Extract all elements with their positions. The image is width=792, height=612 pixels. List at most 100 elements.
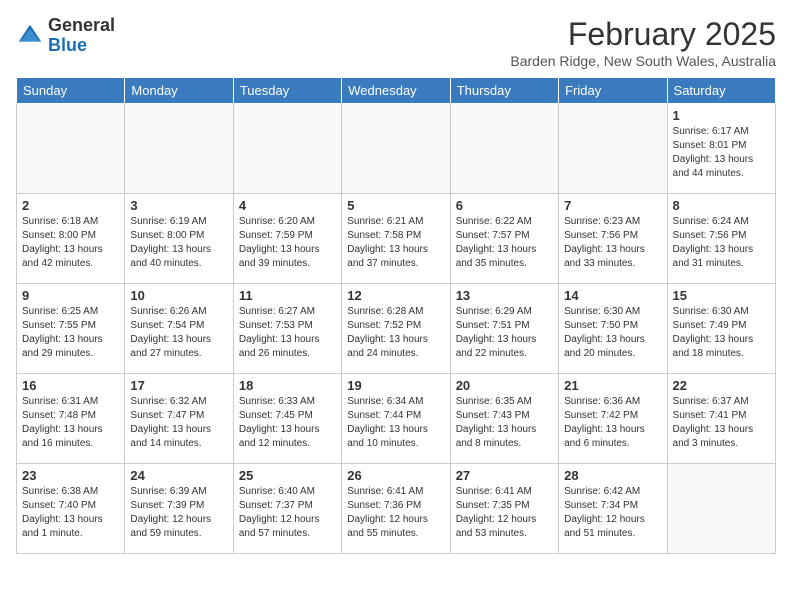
- week-row-3: 16 Sunrise: 6:31 AM Sunset: 7:48 PM Dayli…: [17, 374, 776, 464]
- cell-info: Sunrise: 6:19 AM Sunset: 8:00 PM Dayligh…: [130, 215, 227, 271]
- calendar-cell: [233, 104, 341, 194]
- day-header-saturday: Saturday: [667, 78, 775, 104]
- cell-info: Sunrise: 6:23 AM Sunset: 7:56 PM Dayligh…: [564, 215, 661, 271]
- day-number: 5: [347, 198, 444, 213]
- days-header-row: SundayMondayTuesdayWednesdayThursdayFrid…: [17, 78, 776, 104]
- cell-info: Sunrise: 6:28 AM Sunset: 7:52 PM Dayligh…: [347, 305, 444, 361]
- calendar-cell: 27 Sunrise: 6:41 AM Sunset: 7:35 PM Dayli…: [450, 464, 558, 554]
- cell-info: Sunrise: 6:41 AM Sunset: 7:36 PM Dayligh…: [347, 485, 444, 541]
- calendar-cell: 11Sunrise: 6:27 AM Sunset: 7:53 PM Dayli…: [233, 284, 341, 374]
- cell-info: Sunrise: 6:29 AM Sunset: 7:51 PM Dayligh…: [456, 305, 553, 361]
- day-number: 4: [239, 198, 336, 213]
- logo: General Blue: [16, 16, 115, 56]
- cell-info: Sunrise: 6:32 AM Sunset: 7:47 PM Dayligh…: [130, 395, 227, 451]
- day-number: 1: [673, 108, 770, 123]
- calendar-cell: [342, 104, 450, 194]
- day-number: 10: [130, 288, 227, 303]
- calendar-cell: 14 Sunrise: 6:30 AM Sunset: 7:50 PM Dayli…: [559, 284, 667, 374]
- day-number: 7: [564, 198, 661, 213]
- calendar-cell: 20 Sunrise: 6:35 AM Sunset: 7:43 PM Dayli…: [450, 374, 558, 464]
- calendar-cell: 19 Sunrise: 6:34 AM Sunset: 7:44 PM Dayli…: [342, 374, 450, 464]
- logo-text: General Blue: [48, 16, 115, 56]
- day-header-monday: Monday: [125, 78, 233, 104]
- day-number: 18: [239, 378, 336, 393]
- day-number: 2: [22, 198, 119, 213]
- cell-info: Sunrise: 6:25 AM Sunset: 7:55 PM Dayligh…: [22, 305, 119, 361]
- day-number: 22: [673, 378, 770, 393]
- day-header-wednesday: Wednesday: [342, 78, 450, 104]
- day-number: 21: [564, 378, 661, 393]
- calendar-cell: 25Sunrise: 6:40 AM Sunset: 7:37 PM Dayli…: [233, 464, 341, 554]
- week-row-4: 23 Sunrise: 6:38 AM Sunset: 7:40 PM Dayli…: [17, 464, 776, 554]
- cell-info: Sunrise: 6:35 AM Sunset: 7:43 PM Dayligh…: [456, 395, 553, 451]
- day-number: 19: [347, 378, 444, 393]
- calendar-body: 1Sunrise: 6:17 AM Sunset: 8:01 PM Daylig…: [17, 104, 776, 554]
- day-number: 16: [22, 378, 119, 393]
- calendar-cell: 13 Sunrise: 6:29 AM Sunset: 7:51 PM Dayli…: [450, 284, 558, 374]
- calendar-cell: 16 Sunrise: 6:31 AM Sunset: 7:48 PM Dayli…: [17, 374, 125, 464]
- cell-info: Sunrise: 6:24 AM Sunset: 7:56 PM Dayligh…: [673, 215, 770, 271]
- calendar-cell: 23 Sunrise: 6:38 AM Sunset: 7:40 PM Dayli…: [17, 464, 125, 554]
- location: Barden Ridge, New South Wales, Australia: [510, 53, 776, 69]
- day-number: 6: [456, 198, 553, 213]
- calendar-cell: 4Sunrise: 6:20 AM Sunset: 7:59 PM Daylig…: [233, 194, 341, 284]
- calendar-cell: 12 Sunrise: 6:28 AM Sunset: 7:52 PM Dayli…: [342, 284, 450, 374]
- week-row-2: 9Sunrise: 6:25 AM Sunset: 7:55 PM Daylig…: [17, 284, 776, 374]
- cell-info: Sunrise: 6:41 AM Sunset: 7:35 PM Dayligh…: [456, 485, 553, 541]
- day-number: 23: [22, 468, 119, 483]
- calendar-cell: 2 Sunrise: 6:18 AM Sunset: 8:00 PM Daylig…: [17, 194, 125, 284]
- calendar-cell: 3 Sunrise: 6:19 AM Sunset: 8:00 PM Daylig…: [125, 194, 233, 284]
- day-number: 13: [456, 288, 553, 303]
- day-header-sunday: Sunday: [17, 78, 125, 104]
- calendar-cell: 9Sunrise: 6:25 AM Sunset: 7:55 PM Daylig…: [17, 284, 125, 374]
- cell-info: Sunrise: 6:27 AM Sunset: 7:53 PM Dayligh…: [239, 305, 336, 361]
- calendar-cell: 6 Sunrise: 6:22 AM Sunset: 7:57 PM Daylig…: [450, 194, 558, 284]
- calendar-cell: 28 Sunrise: 6:42 AM Sunset: 7:34 PM Dayli…: [559, 464, 667, 554]
- calendar-cell: 24 Sunrise: 6:39 AM Sunset: 7:39 PM Dayli…: [125, 464, 233, 554]
- day-number: 26: [347, 468, 444, 483]
- calendar-cell: 15Sunrise: 6:30 AM Sunset: 7:49 PM Dayli…: [667, 284, 775, 374]
- day-number: 17: [130, 378, 227, 393]
- day-header-friday: Friday: [559, 78, 667, 104]
- page-header: General Blue February 2025 Barden Ridge,…: [16, 16, 776, 69]
- calendar: SundayMondayTuesdayWednesdayThursdayFrid…: [16, 77, 776, 554]
- day-number: 24: [130, 468, 227, 483]
- cell-info: Sunrise: 6:38 AM Sunset: 7:40 PM Dayligh…: [22, 485, 119, 541]
- title-block: February 2025 Barden Ridge, New South Wa…: [510, 16, 776, 69]
- calendar-cell: [125, 104, 233, 194]
- cell-info: Sunrise: 6:39 AM Sunset: 7:39 PM Dayligh…: [130, 485, 227, 541]
- calendar-cell: [17, 104, 125, 194]
- day-number: 8: [673, 198, 770, 213]
- calendar-cell: 7 Sunrise: 6:23 AM Sunset: 7:56 PM Daylig…: [559, 194, 667, 284]
- cell-info: Sunrise: 6:33 AM Sunset: 7:45 PM Dayligh…: [239, 395, 336, 451]
- day-number: 27: [456, 468, 553, 483]
- week-row-0: 1Sunrise: 6:17 AM Sunset: 8:01 PM Daylig…: [17, 104, 776, 194]
- calendar-cell: 26 Sunrise: 6:41 AM Sunset: 7:36 PM Dayli…: [342, 464, 450, 554]
- logo-icon: [16, 22, 44, 50]
- cell-info: Sunrise: 6:36 AM Sunset: 7:42 PM Dayligh…: [564, 395, 661, 451]
- cell-info: Sunrise: 6:37 AM Sunset: 7:41 PM Dayligh…: [673, 395, 770, 451]
- cell-info: Sunrise: 6:30 AM Sunset: 7:49 PM Dayligh…: [673, 305, 770, 361]
- day-header-tuesday: Tuesday: [233, 78, 341, 104]
- day-number: 28: [564, 468, 661, 483]
- calendar-cell: 8 Sunrise: 6:24 AM Sunset: 7:56 PM Daylig…: [667, 194, 775, 284]
- cell-info: Sunrise: 6:22 AM Sunset: 7:57 PM Dayligh…: [456, 215, 553, 271]
- calendar-cell: [559, 104, 667, 194]
- calendar-cell: [450, 104, 558, 194]
- day-number: 20: [456, 378, 553, 393]
- calendar-cell: 1Sunrise: 6:17 AM Sunset: 8:01 PM Daylig…: [667, 104, 775, 194]
- calendar-cell: [667, 464, 775, 554]
- cell-info: Sunrise: 6:34 AM Sunset: 7:44 PM Dayligh…: [347, 395, 444, 451]
- cell-info: Sunrise: 6:18 AM Sunset: 8:00 PM Dayligh…: [22, 215, 119, 271]
- day-number: 14: [564, 288, 661, 303]
- calendar-cell: 18 Sunrise: 6:33 AM Sunset: 7:45 PM Dayli…: [233, 374, 341, 464]
- cell-info: Sunrise: 6:30 AM Sunset: 7:50 PM Dayligh…: [564, 305, 661, 361]
- day-number: 25: [239, 468, 336, 483]
- day-number: 12: [347, 288, 444, 303]
- calendar-cell: 22 Sunrise: 6:37 AM Sunset: 7:41 PM Dayli…: [667, 374, 775, 464]
- cell-info: Sunrise: 6:26 AM Sunset: 7:54 PM Dayligh…: [130, 305, 227, 361]
- day-number: 3: [130, 198, 227, 213]
- cell-info: Sunrise: 6:42 AM Sunset: 7:34 PM Dayligh…: [564, 485, 661, 541]
- cell-info: Sunrise: 6:21 AM Sunset: 7:58 PM Dayligh…: [347, 215, 444, 271]
- cell-info: Sunrise: 6:31 AM Sunset: 7:48 PM Dayligh…: [22, 395, 119, 451]
